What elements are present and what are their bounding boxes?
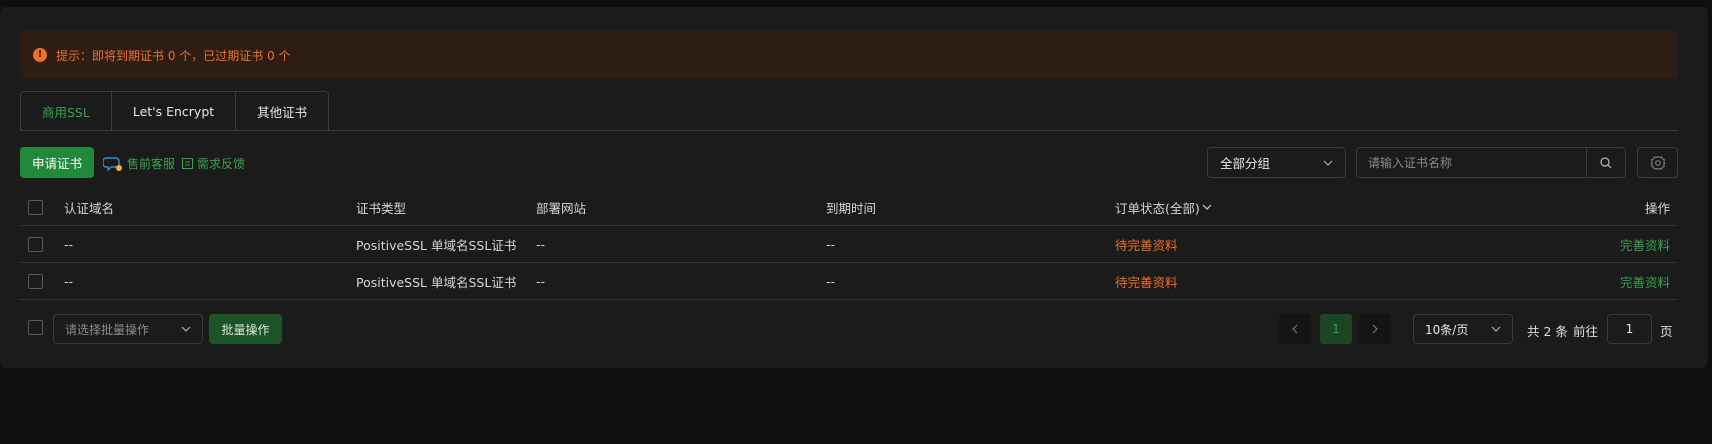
chevron-down-icon — [1202, 204, 1212, 210]
complete-info-link[interactable]: 完善资料 — [1620, 226, 1670, 262]
row-checkbox[interactable] — [28, 236, 43, 252]
table-header: 认证域名 证书类型 部署网站 到期时间 订单状态(全部) 操作 — [20, 189, 1678, 226]
group-select-value: 全部分组 — [1220, 156, 1271, 171]
cell-site: -- — [536, 273, 546, 289]
feedback-link[interactable]: 需求反馈 — [182, 155, 245, 172]
cell-site: -- — [536, 236, 546, 252]
presale-label: 售前客服 — [127, 157, 176, 171]
header-domain: 认证域名 — [64, 200, 115, 216]
row-checkbox-cell — [28, 226, 43, 262]
tab-other-certs[interactable]: 其他证书 — [236, 91, 330, 131]
batch-select-placeholder: 请选择批量操作 — [65, 322, 150, 337]
search-input[interactable] — [1357, 148, 1586, 177]
complete-info-link[interactable]: 完善资料 — [1620, 263, 1670, 299]
cert-table: 认证域名 证书类型 部署网站 到期时间 订单状态(全部) 操作 -- Posit… — [20, 189, 1678, 300]
total-count: 共 2 条 — [1527, 324, 1568, 339]
expiry-alert: ! 提示：即将到期证书 0 个，已过期证书 0 个 — [20, 31, 1678, 79]
page-number-current[interactable]: 1 — [1320, 314, 1352, 344]
gear-icon — [1650, 155, 1665, 170]
alert-text: 提示：即将到期证书 0 个，已过期证书 0 个 — [56, 48, 291, 63]
header-action: 操作 — [1644, 200, 1670, 216]
cell-domain: -- — [64, 273, 74, 289]
row-checkbox-cell — [28, 263, 43, 299]
chevron-right-icon — [1372, 324, 1378, 334]
feedback-label: 需求反馈 — [197, 157, 246, 171]
header-status: 订单状态(全部) — [1115, 200, 1200, 216]
header-site: 部署网站 — [536, 200, 587, 216]
page-suffix: 页 — [1660, 324, 1673, 339]
goto-label: 前往 — [1573, 324, 1599, 339]
warning-icon: ! — [33, 48, 47, 62]
prev-page-button[interactable] — [1279, 314, 1311, 344]
select-all-cell — [28, 189, 43, 225]
presale-support-link[interactable]: 售前客服 — [103, 155, 175, 172]
page-size-select[interactable]: 10条/页 — [1413, 314, 1513, 344]
settings-button[interactable] — [1637, 147, 1678, 178]
batch-action-button[interactable]: 批量操作 — [209, 314, 282, 344]
certificate-tabs: 商用SSL Let's Encrypt 其他证书 — [20, 91, 330, 131]
header-type: 证书类型 — [356, 200, 407, 216]
table-row: -- PositiveSSL 单域名SSL证书 -- -- 待完善资料 完善资料 — [20, 226, 1678, 263]
cell-status: 待完善资料 — [1115, 237, 1178, 253]
cell-status: 待完善资料 — [1115, 274, 1178, 290]
header-status-filter[interactable]: 订单状态(全部) — [1115, 189, 1212, 225]
chevron-down-icon — [1323, 160, 1333, 166]
cell-expire: -- — [826, 236, 836, 252]
cell-expire: -- — [826, 273, 836, 289]
cell-type: PositiveSSL 单域名SSL证书 — [356, 274, 517, 290]
goto-page-input[interactable] — [1607, 314, 1652, 344]
chevron-down-icon — [181, 326, 191, 332]
tab-commercial-ssl[interactable]: 商用SSL — [20, 91, 112, 131]
tabs-divider — [20, 130, 1678, 131]
group-select[interactable]: 全部分组 — [1207, 147, 1346, 178]
next-page-button[interactable] — [1359, 314, 1391, 344]
batch-action-select[interactable]: 请选择批量操作 — [53, 314, 203, 344]
chevron-left-icon — [1292, 324, 1298, 334]
tab-lets-encrypt[interactable]: Let's Encrypt — [111, 91, 237, 131]
cell-domain: -- — [64, 236, 74, 252]
page-size-value: 10条/页 — [1425, 322, 1469, 337]
feedback-icon — [182, 158, 193, 169]
cert-search — [1356, 147, 1626, 178]
apply-cert-button[interactable]: 申请证书 — [20, 147, 94, 178]
chevron-down-icon — [1491, 326, 1501, 332]
footer-select-all-checkbox[interactable] — [28, 320, 43, 335]
cell-type: PositiveSSL 单域名SSL证书 — [356, 237, 517, 253]
row-checkbox[interactable] — [28, 273, 43, 289]
select-all-checkbox[interactable] — [28, 199, 43, 215]
search-button[interactable] — [1586, 148, 1625, 177]
table-row: -- PositiveSSL 单域名SSL证书 -- -- 待完善资料 完善资料 — [20, 263, 1678, 300]
search-icon — [1600, 156, 1612, 168]
header-expire: 到期时间 — [826, 200, 877, 216]
chat-icon — [103, 156, 122, 172]
